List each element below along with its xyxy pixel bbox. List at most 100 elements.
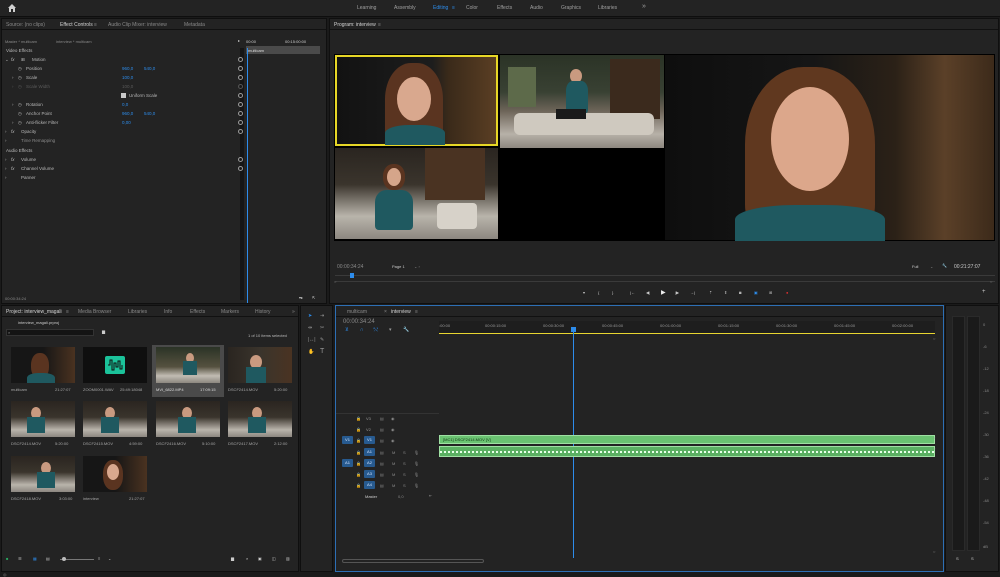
lift-icon[interactable]: ⇡ [709,290,712,295]
tab-multicam-sequence[interactable]: multicam [347,309,367,315]
wrench-icon[interactable]: 🔧 [942,263,947,268]
mic-icon[interactable]: 🎙 [414,461,419,466]
program-title[interactable]: Program: interview [334,22,376,28]
track-label-v1[interactable]: V1 [364,436,375,444]
button-editor-icon[interactable]: ⊞ [769,290,772,295]
mic-icon[interactable]: 🎙 [414,483,419,488]
workspace-learning[interactable]: Learning [357,5,376,11]
thumbnail-dscf2418[interactable] [11,456,75,492]
track-label-v2[interactable]: V2 [366,427,371,432]
ec-timecode[interactable]: 00:00:34:24 [5,296,26,301]
zoom-select[interactable]: Full [912,264,918,269]
timeline-settings-icon[interactable]: 🔧 [403,327,409,333]
new-bin-icon[interactable]: ▆ [102,329,105,334]
workspace-assembly[interactable]: Assembly [394,5,416,11]
motion-row[interactable]: ⌄ fx ⊞ Motion [2,55,246,64]
tab-media-browser[interactable]: Media Browser [78,309,111,315]
sync-icon[interactable]: ▤ [380,427,384,432]
source-patch-a1[interactable]: A1 [342,459,353,467]
multicam-angle-2[interactable] [500,55,664,148]
track-out-icon[interactable]: ⇤ [429,493,432,498]
workspace-graphics[interactable]: Graphics [561,5,581,11]
solo-right-button[interactable]: S [971,556,974,561]
icon-view-icon[interactable]: ▦ [33,556,37,561]
multicam-angle-1[interactable] [335,55,498,146]
zoom-chevron-icon[interactable]: ⌄ [930,264,933,269]
eye-icon[interactable]: ◉ [391,438,395,443]
thumbnail-dscf2414[interactable] [228,347,292,383]
panel-menu-icon[interactable]: ≡ [94,22,97,28]
slip-tool-icon[interactable]: |↔| [308,337,316,343]
solo-left-button[interactable]: S [956,556,959,561]
razor-tool-icon[interactable]: ✂ [320,325,324,331]
track-scroll-bottom-icon[interactable]: ○ [933,549,935,554]
find-icon[interactable]: ⌕ [246,556,248,561]
play-icon[interactable]: ▶ [661,289,666,296]
thumbnail-dscf2416[interactable] [156,401,220,437]
master-volume-value[interactable]: 0,0 [398,494,404,499]
workspace-editing[interactable]: Editing [433,5,448,11]
record-icon[interactable]: ● [786,290,788,295]
extract-icon[interactable]: ⇞ [724,290,727,295]
mute-icon[interactable]: M [392,450,395,455]
new-bin-icon[interactable]: ▆ [231,556,234,561]
lock-icon[interactable]: 🔒 [356,427,361,432]
type-tool-icon[interactable]: T [320,348,324,355]
track-scroll-mid-icon[interactable]: ○ [933,446,935,451]
panel-menu-icon[interactable]: ≡ [378,22,381,28]
tab-effect-controls[interactable]: Effect Controls [60,22,93,28]
sync-icon[interactable]: ▤ [380,438,384,443]
workspace-menu-icon[interactable]: ≡ [452,5,455,11]
thumbnail-dscf2415[interactable] [83,401,147,437]
sync-icon[interactable]: ▤ [380,450,384,455]
mic-icon[interactable]: 🎙 [414,472,419,477]
camera-icon[interactable]: ◙ [739,290,741,295]
tab-markers[interactable]: Markers [221,309,239,315]
track-label-v3[interactable]: V3 [366,416,371,421]
sync-icon[interactable]: ▤ [380,472,384,477]
anchor-point-row[interactable]: ◷ Anchor Point 960,0 540,0 [2,109,246,118]
uniform-scale-row[interactable]: Uniform Scale [2,91,246,100]
nest-icon[interactable]: ⊻ [345,327,349,333]
sequence-clip-label[interactable]: interview * multicam [56,39,92,44]
tab-interview-sequence[interactable]: interview [391,309,411,315]
track-scroll-top-icon[interactable]: ○ [933,336,935,341]
lock-icon[interactable]: 🔒 [356,483,361,488]
tab-history[interactable]: History [255,309,271,315]
pen-tool-icon[interactable]: ✎ [320,337,324,343]
panel-menu-icon[interactable]: ≡ [415,309,418,315]
track-label-a2[interactable]: A2 [364,459,375,467]
track-label-a4[interactable]: A4 [364,481,375,489]
audio-clip[interactable] [439,446,935,457]
mark-out-icon[interactable]: } [612,290,613,295]
page-chevron-icon[interactable]: ⌄ › [414,264,420,269]
sync-icon[interactable]: ▤ [380,416,384,421]
tab-project[interactable]: Project: interview_magali [6,309,62,315]
solo-icon[interactable]: S [403,450,406,455]
filter-icon[interactable]: ▾▸ [299,295,303,300]
multicam-view-icon[interactable]: ▣ [754,290,758,295]
source-patch-v1[interactable]: V1 [342,436,353,444]
mute-icon[interactable]: M [392,461,395,466]
export-icon[interactable]: ⇱ [312,295,315,300]
marker-icon[interactable]: ▾ [583,290,585,295]
clear-icon[interactable]: ◫ [272,556,276,561]
go-to-out-icon[interactable]: →| [690,290,695,295]
tab-audio-clip-mixer[interactable]: Audio Clip Mixer: interview [108,22,167,28]
anti-flicker-row[interactable]: › ◷ Anti-flicker Filter 0,00 [2,118,246,127]
program-playhead[interactable] [350,273,354,278]
solo-icon[interactable]: S [403,483,406,488]
solo-icon[interactable]: S [403,472,406,477]
zoom-handle-left[interactable]: ○ [334,279,336,284]
panel-menu-icon[interactable]: ≡ [66,309,69,315]
track-label-a1[interactable]: A1 [364,448,375,456]
thumbnail-interview[interactable] [83,456,147,492]
time-remapping-row[interactable]: › Time Remapping [2,136,246,145]
mark-in-icon[interactable]: { [598,290,599,295]
add-marker-icon[interactable]: ▾ [389,327,392,333]
program-zoom-bar[interactable] [335,281,995,282]
sort-chevron-icon[interactable]: ⌄ [108,556,111,561]
program-timecode[interactable]: 00:00:34:24 [337,264,363,270]
workspace-audio[interactable]: Audio [530,5,543,11]
program-main-view[interactable] [665,55,994,241]
